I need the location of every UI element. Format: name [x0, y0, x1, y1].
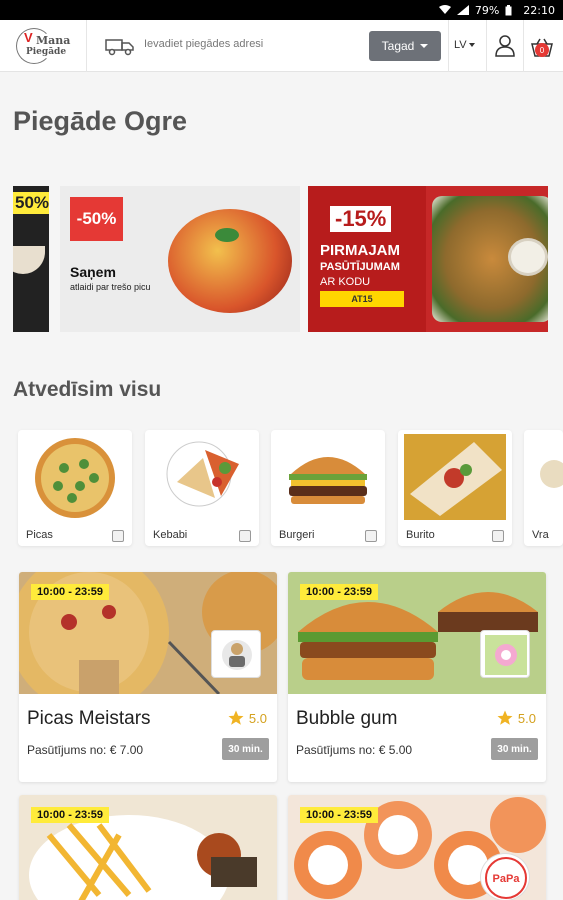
time-selector-label: Tagad: [381, 39, 415, 53]
burrito-image: [404, 434, 506, 520]
star-icon: [497, 710, 513, 725]
rating: 5.0: [496, 709, 536, 727]
category-card[interactable]: Kebabi: [145, 430, 259, 546]
page-title: Piegāde Ogre: [13, 106, 188, 136]
time-selector-button[interactable]: Tagad: [369, 31, 441, 61]
category-card[interactable]: Picas: [18, 430, 132, 546]
promo-line1: PIRMAJAM: [320, 242, 401, 259]
restaurant-name[interactable]: Bubble gum: [296, 708, 397, 730]
language-selector[interactable]: LV: [454, 39, 475, 51]
wifi-icon: [438, 5, 451, 15]
divider: [448, 20, 449, 72]
opening-hours-badge: 10:00 - 23:59: [31, 584, 110, 600]
restaurant-card[interactable]: 10:00 - 23:59: [19, 795, 277, 900]
delivery-time-badge: 30 min.: [222, 738, 269, 760]
opening-hours-badge: 10:00 - 23:59: [300, 807, 379, 823]
cart-count-badge: 0: [535, 43, 549, 57]
restaurant-logo-text: PaPa: [493, 873, 521, 885]
kebab-image: [166, 441, 239, 507]
promo-title: Saņem: [70, 264, 116, 280]
clock: 22:10: [523, 3, 555, 17]
divider: [523, 20, 524, 72]
promo-banner[interactable]: 50%: [13, 186, 49, 332]
divider: [486, 20, 487, 72]
restaurant-card[interactable]: 10:00 - 23:59 Picas Meistars 5.0 Pasūtīj…: [19, 572, 277, 782]
opening-hours-badge: 10:00 - 23:59: [300, 584, 379, 600]
user-icon[interactable]: [494, 34, 516, 58]
brand-logo[interactable]: V Mana Piegāde: [14, 26, 74, 66]
address-input[interactable]: Ievadiet piegādes adresi: [144, 38, 263, 50]
promo-line2: PASŪTĪJUMAM: [320, 261, 400, 273]
star-icon: [228, 710, 244, 725]
category-card[interactable]: Burito: [398, 430, 512, 546]
minimum-order: Pasūtījums no: € 5.00: [296, 743, 413, 757]
section-title: Atvedīsim visu: [13, 378, 162, 401]
category-checkbox[interactable]: [239, 530, 251, 542]
category-label: Burito: [406, 529, 435, 541]
minimum-order: Pasūtījums no: € 7.00: [27, 743, 144, 757]
food-image: [13, 246, 45, 274]
burger-image: [289, 457, 367, 504]
status-bar: 79% 22:10: [0, 0, 563, 20]
signal-icon: [456, 5, 469, 15]
category-card[interactable]: Vra: [524, 430, 563, 546]
promo-line3: AR KODU: [320, 276, 371, 288]
rating: 5.0: [227, 709, 267, 727]
category-card[interactable]: Burgeri: [271, 430, 385, 546]
promo-discount: 50%: [13, 192, 49, 214]
chevron-down-icon: [468, 43, 475, 47]
category-label: Burgeri: [279, 529, 315, 541]
category-label: Kebabi: [153, 529, 188, 541]
restaurant-logo: PaPa: [480, 853, 530, 900]
category-label: Picas: [26, 529, 53, 541]
restaurant-name[interactable]: Picas Meistars: [27, 708, 151, 730]
pizza-image: [35, 438, 115, 518]
restaurant-card[interactable]: 10:00 - 23:59 Bubble gum 5.0 Pasūtījums …: [288, 572, 546, 782]
category-checkbox[interactable]: [112, 530, 124, 542]
restaurant-logo: [211, 630, 261, 678]
pizza-image: [168, 209, 292, 313]
promo-code: AT15: [320, 291, 404, 307]
promo-discount: -15%: [330, 206, 392, 232]
app-header: V Mana Piegāde Ievadiet piegādes adresi …: [0, 20, 563, 72]
divider: [86, 20, 87, 72]
logo-text-line1: Mana: [36, 34, 71, 47]
rating-value: 5.0: [517, 710, 536, 726]
dip-image: [508, 238, 548, 276]
wrap-image: [540, 460, 563, 488]
promo-banner[interactable]: -15% PIRMAJAM PASŪTĪJUMAM AR KODU AT15: [308, 186, 548, 332]
delivery-truck-icon: [104, 37, 136, 57]
delivery-time-badge: 30 min.: [491, 738, 538, 760]
category-checkbox[interactable]: [365, 530, 377, 542]
opening-hours-badge: 10:00 - 23:59: [31, 807, 110, 823]
promo-banner[interactable]: -50% Saņem atlaidi par trešo picu: [60, 186, 300, 332]
language-label: LV: [454, 39, 467, 51]
basil-image: [215, 228, 239, 242]
promo-subtitle: atlaidi par trešo picu: [70, 282, 151, 292]
category-checkbox[interactable]: [492, 530, 504, 542]
battery-icon: [505, 5, 517, 16]
logo-mark: V: [24, 30, 33, 45]
restaurant-logo: [480, 630, 530, 678]
rating-value: 5.0: [248, 710, 267, 726]
category-label: Vra: [532, 529, 549, 541]
battery-level: 79%: [474, 3, 500, 17]
restaurant-card[interactable]: 10:00 - 23:59 PaPa: [288, 795, 546, 900]
logo-text-line2: Piegāde: [26, 47, 67, 57]
chevron-down-icon: [420, 44, 429, 48]
promo-discount: -50%: [70, 197, 123, 241]
